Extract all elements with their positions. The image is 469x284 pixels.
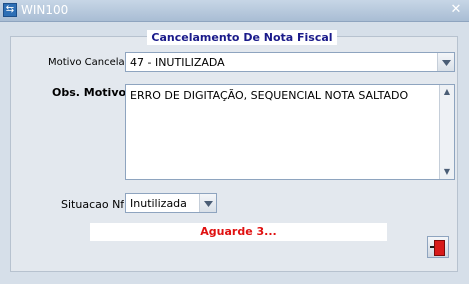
- form-title: Cancelamento De Nota Fiscal: [147, 30, 337, 45]
- situacao-label: Situacao Nf: [61, 198, 125, 211]
- situacao-value: Inutilizada: [130, 197, 187, 210]
- window-title: WIN100: [21, 3, 69, 17]
- motivo-select[interactable]: 47 - INUTILIZADA: [125, 52, 455, 72]
- obs-textarea[interactable]: ERRO DE DIGITAÇÃO, SEQUENCIAL NOTA SALTA…: [125, 84, 455, 180]
- motivo-value: 47 - INUTILIZADA: [130, 56, 225, 69]
- exit-button[interactable]: [427, 236, 449, 258]
- situacao-select[interactable]: Inutilizada: [125, 193, 217, 213]
- chevron-down-icon[interactable]: [437, 53, 454, 71]
- obs-label: Obs. Motivo: [52, 86, 127, 99]
- title-bar: ⇆ WIN100 ✕: [0, 0, 469, 22]
- obs-scrollbar[interactable]: ▲ ▼: [439, 85, 454, 179]
- motivo-label: Motivo Cancelame: [48, 57, 126, 68]
- close-icon[interactable]: ✕: [448, 2, 464, 18]
- status-message: Aguarde 3...: [90, 223, 387, 241]
- app-icon: ⇆: [3, 3, 17, 17]
- scroll-down-icon[interactable]: ▼: [440, 165, 454, 179]
- scroll-up-icon[interactable]: ▲: [440, 85, 454, 99]
- obs-text: ERRO DE DIGITAÇÃO, SEQUENCIAL NOTA SALTA…: [130, 89, 409, 102]
- exit-door-icon: [430, 240, 445, 256]
- chevron-down-icon[interactable]: [199, 194, 216, 212]
- main-window: ⇆ WIN100 ✕ Cancelamento De Nota Fiscal M…: [0, 0, 469, 284]
